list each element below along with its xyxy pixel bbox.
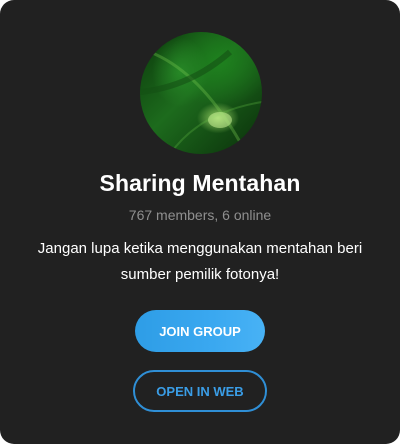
group-title: Sharing Mentahan: [99, 170, 301, 196]
group-avatar: [140, 32, 262, 154]
group-preview-card: Sharing Mentahan 767 members, 6 online J…: [0, 0, 400, 444]
group-description: Jangan lupa ketika menggunakan mentahan …: [37, 240, 363, 283]
leaf-photo-avatar-icon: [140, 49, 262, 154]
join-group-button[interactable]: JOIN GROUP: [135, 310, 265, 352]
open-in-web-button[interactable]: OPEN IN WEB: [133, 370, 267, 412]
member-count: 767 members, 6 online: [128, 207, 272, 223]
